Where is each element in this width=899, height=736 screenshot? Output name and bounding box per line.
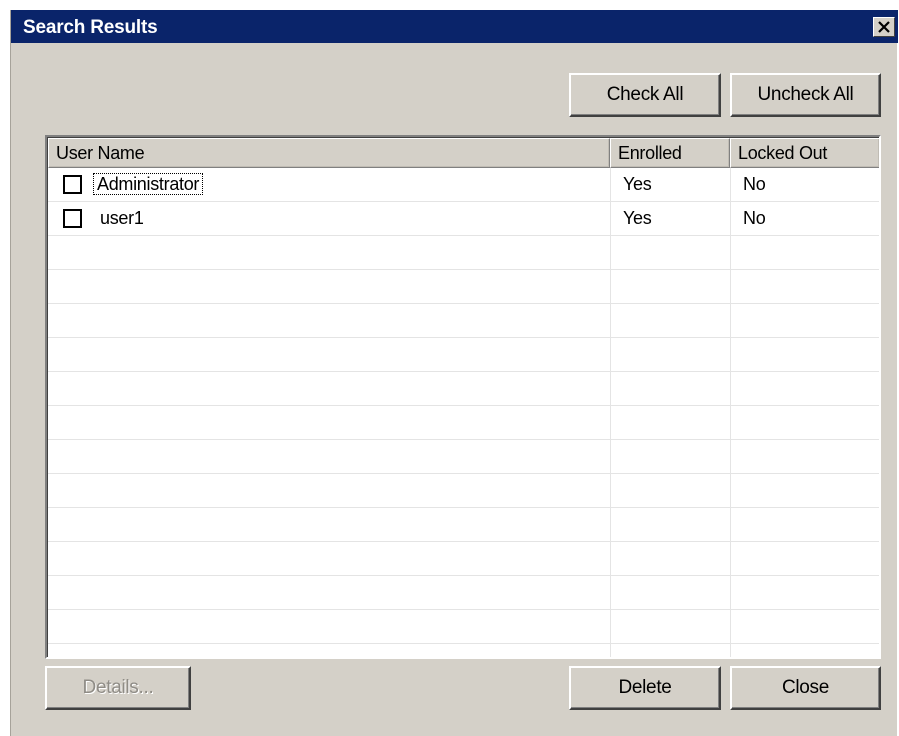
user-name-cell: Administrator xyxy=(92,173,204,195)
empty-row xyxy=(48,610,879,644)
column-header-locked-out[interactable]: Locked Out xyxy=(730,138,879,168)
list-rows: Administrator Yes No user1 Yes No xyxy=(48,168,879,644)
table-row[interactable]: user1 Yes No xyxy=(48,202,879,236)
check-all-button[interactable]: Check All xyxy=(569,73,721,117)
enrolled-cell: Yes xyxy=(623,208,652,228)
details-button[interactable]: Details... xyxy=(45,666,191,710)
row-checkbox[interactable] xyxy=(63,209,82,228)
empty-row xyxy=(48,304,879,338)
user-list[interactable]: User Name Enrolled Locked Out Administra… xyxy=(45,135,881,659)
locked-out-cell: No xyxy=(743,174,766,194)
list-header: User Name Enrolled Locked Out xyxy=(48,138,879,168)
table-row[interactable]: Administrator Yes No xyxy=(48,168,879,202)
empty-row xyxy=(48,236,879,270)
empty-row xyxy=(48,406,879,440)
column-header-user-name[interactable]: User Name xyxy=(48,138,610,168)
empty-row xyxy=(48,474,879,508)
close-window-button[interactable] xyxy=(873,17,895,37)
close-button[interactable]: Close xyxy=(730,666,881,710)
empty-row xyxy=(48,542,879,576)
row-checkbox[interactable] xyxy=(63,175,82,194)
title-bar[interactable]: Search Results xyxy=(11,10,898,43)
user-name-cell: user1 xyxy=(100,208,144,228)
empty-row xyxy=(48,270,879,304)
locked-out-cell: No xyxy=(743,208,766,228)
empty-row xyxy=(48,338,879,372)
empty-row xyxy=(48,440,879,474)
empty-row xyxy=(48,576,879,610)
delete-button[interactable]: Delete xyxy=(569,666,721,710)
empty-row xyxy=(48,372,879,406)
enrolled-cell: Yes xyxy=(623,174,652,194)
uncheck-all-button[interactable]: Uncheck All xyxy=(730,73,881,117)
window-title: Search Results xyxy=(23,17,158,38)
close-icon xyxy=(878,21,890,33)
empty-row xyxy=(48,508,879,542)
column-header-enrolled[interactable]: Enrolled xyxy=(610,138,730,168)
search-results-dialog: Search Results Check All Uncheck All Use… xyxy=(10,10,898,736)
